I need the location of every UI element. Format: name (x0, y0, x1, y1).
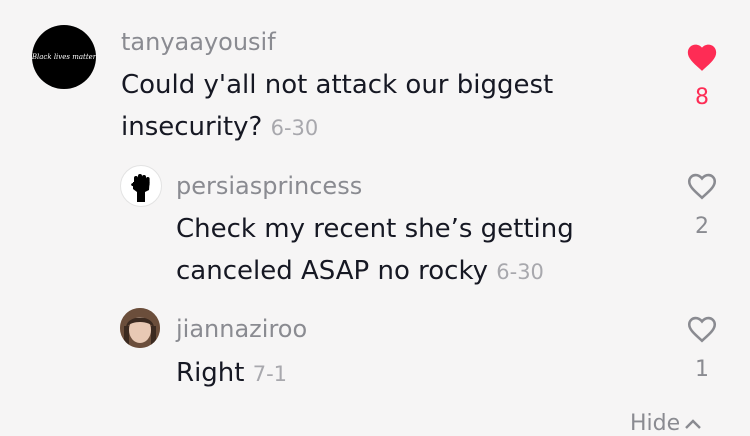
like-button[interactable]: 1 (682, 312, 722, 382)
comment-username[interactable]: tanyaayousif (121, 28, 276, 56)
reply-text-line: Check my recent she’s getting (176, 214, 574, 244)
reply-username[interactable]: jiannaziroo (176, 315, 307, 343)
chevron-up-icon (685, 418, 702, 429)
reply-date: 6-30 (496, 260, 544, 284)
like-button[interactable]: 8 (682, 40, 722, 110)
comment-text: Could y'all not attack our biggest insec… (121, 64, 661, 149)
reply-text: Check my recent she’s getting canceled A… (176, 208, 656, 293)
heart-filled-icon (687, 44, 717, 71)
hide-replies-button[interactable]: Hide (630, 411, 702, 436)
reply-text: Right 7-1 (176, 352, 656, 395)
comment-text-line: insecurity? (121, 112, 263, 142)
avatar-text: Black lives matter (32, 53, 96, 61)
like-button[interactable]: 2 (682, 169, 722, 239)
reply-text-line: canceled ASAP no rocky (176, 256, 488, 286)
hide-replies-label: Hide (630, 411, 681, 436)
heart-outline-icon (687, 173, 717, 200)
avatar[interactable]: Black lives matter (32, 25, 96, 89)
heart-outline-icon (687, 316, 717, 343)
reply-username[interactable]: persiasprincess (176, 172, 362, 200)
comment-text-line: Could y'all not attack our biggest (121, 70, 554, 100)
reply-date: 7-1 (252, 362, 288, 386)
like-count: 8 (695, 85, 709, 110)
avatar[interactable] (120, 165, 162, 207)
user-photo (120, 308, 160, 348)
reply-text-line: Right (176, 358, 245, 388)
like-count: 1 (695, 357, 709, 382)
comment-date: 6-30 (270, 116, 319, 140)
raised-fist-icon (131, 174, 150, 202)
like-count: 2 (695, 214, 709, 239)
avatar[interactable] (120, 308, 160, 348)
